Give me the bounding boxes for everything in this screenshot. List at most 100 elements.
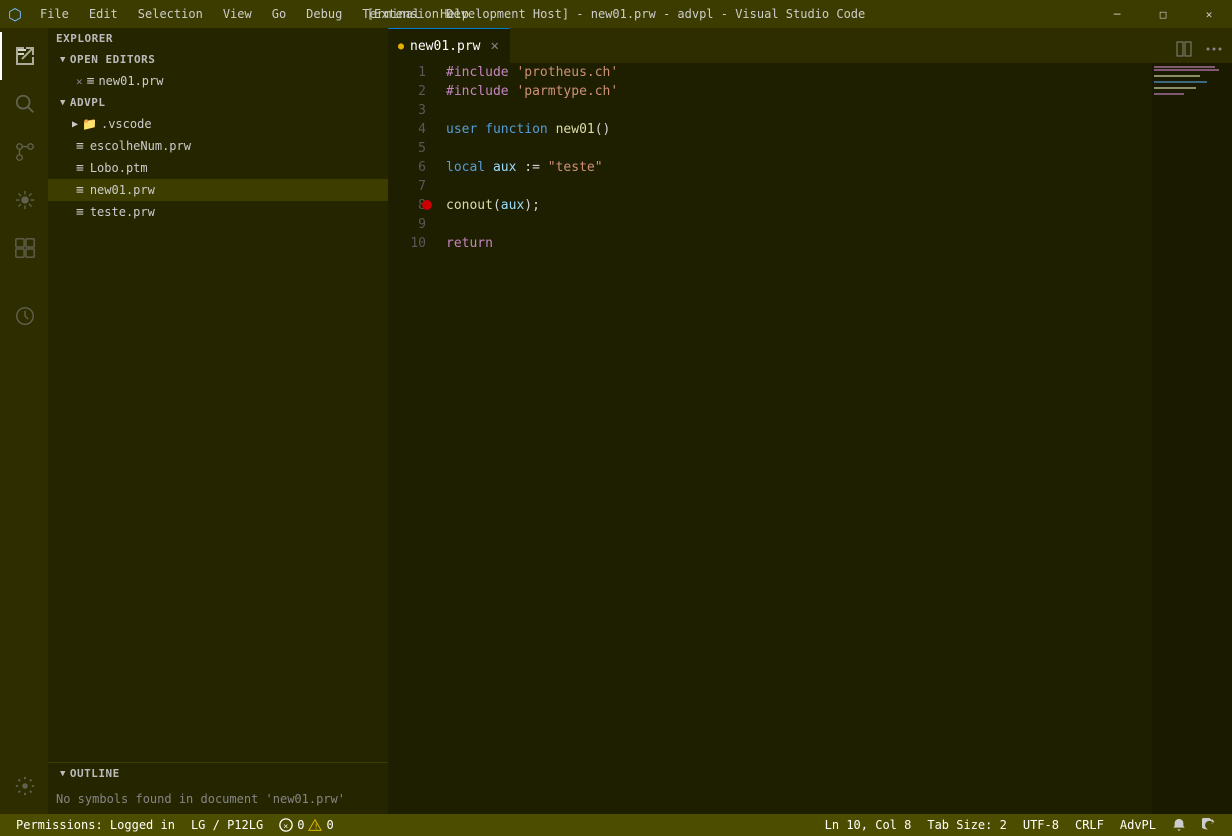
folder-arrow-icon: ▶	[72, 119, 78, 130]
activity-bar	[0, 28, 48, 814]
outline-header[interactable]: ▼ OUTLINE	[48, 763, 388, 784]
status-permissions[interactable]: Permissions: Logged in	[8, 814, 183, 836]
status-errors[interactable]: ✕ 0 ! 0	[271, 814, 341, 836]
tab-new01[interactable]: ● new01.prw ✕	[388, 28, 510, 63]
status-encoding-text: UTF-8	[1023, 818, 1059, 832]
open-editor-filename: new01.prw	[98, 74, 163, 88]
tree-item-escolhenum[interactable]: ≡ escolheNum.prw	[48, 135, 388, 157]
line-number-9: 9	[408, 215, 426, 234]
file-icon-lobo: ≡	[76, 161, 84, 176]
activity-explorer[interactable]	[0, 32, 48, 80]
title-bar: ⬡ File Edit Selection View Go Debug Term…	[0, 0, 1232, 28]
menu-selection[interactable]: Selection	[130, 5, 211, 23]
svg-text:!: !	[314, 822, 319, 831]
token: local	[446, 160, 493, 175]
tree-item-teste[interactable]: ≡ teste.prw	[48, 201, 388, 223]
warning-count: 0	[326, 818, 333, 832]
code-content[interactable]: #include 'protheus.ch'#include 'parmtype…	[438, 63, 1152, 814]
window-title: [Extension Development Host] - new01.prw…	[367, 7, 866, 21]
code-line-4[interactable]: user function new01()	[446, 120, 1144, 139]
tab-filename: new01.prw	[410, 39, 480, 54]
maximize-button[interactable]: □	[1140, 0, 1186, 28]
code-line-2[interactable]: #include 'parmtype.ch'	[446, 82, 1144, 101]
menu-go[interactable]: Go	[264, 5, 294, 23]
tree-item-label: .vscode	[101, 117, 152, 131]
token: new01	[556, 122, 595, 137]
token: (	[493, 198, 501, 213]
status-language-text: AdvPL	[1120, 818, 1156, 832]
minimap-line	[1154, 93, 1184, 95]
close-button[interactable]: ✕	[1186, 0, 1232, 28]
code-line-10[interactable]: return	[446, 234, 1144, 253]
code-line-3[interactable]: ​	[446, 101, 1144, 120]
activity-debug[interactable]	[0, 176, 48, 224]
bell-icon	[1172, 818, 1186, 832]
status-permissions-text: Permissions: Logged in	[16, 818, 175, 832]
minimap-line	[1154, 66, 1215, 68]
outline-section: ▼ OUTLINE No symbols found in document '…	[48, 762, 388, 814]
tree-item-lobo[interactable]: ≡ Lobo.ptm	[48, 157, 388, 179]
breakpoint-indicator	[422, 200, 432, 210]
advpl-header[interactable]: ▼ ADVPL	[48, 92, 388, 113]
menu-debug[interactable]: Debug	[298, 5, 350, 23]
explorer-header[interactable]: EXPLORER	[48, 28, 388, 49]
minimap-line	[1154, 75, 1200, 77]
open-editor-new01[interactable]: ✕ ≡ new01.prw	[48, 70, 388, 92]
activity-settings[interactable]	[0, 762, 48, 810]
activity-advpl[interactable]	[0, 292, 48, 340]
tab-close-button[interactable]: ✕	[490, 38, 498, 54]
minimize-button[interactable]: ─	[1094, 0, 1140, 28]
status-tabsize[interactable]: Tab Size: 2	[919, 814, 1014, 836]
line-number-7: 7	[408, 177, 426, 196]
close-file-icon[interactable]: ✕	[76, 75, 83, 88]
token: aux	[501, 198, 524, 213]
open-editors-header[interactable]: ▼ OPEN EDITORS	[48, 49, 388, 70]
minimap-line	[1154, 69, 1219, 71]
token: aux	[493, 160, 516, 175]
token: conout	[446, 198, 493, 213]
token: ()	[595, 122, 611, 137]
tree-item-label: Lobo.ptm	[90, 161, 148, 175]
status-lineending[interactable]: CRLF	[1067, 814, 1112, 836]
minimap-line	[1154, 87, 1196, 89]
code-editor[interactable]: 12345678910 #include 'protheus.ch'#inclu…	[388, 63, 1232, 814]
line-numbers: 12345678910	[388, 63, 438, 814]
outline-message: No symbols found in document 'new01.prw'	[56, 792, 345, 806]
sidebar: EXPLORER ▼ OPEN EDITORS ✕ ≡ new01.prw ▼ …	[48, 28, 388, 814]
status-lg[interactable]: LG / P12LG	[183, 814, 271, 836]
error-count: 0	[297, 818, 304, 832]
menu-file[interactable]: File	[32, 5, 77, 23]
activity-source-control[interactable]	[0, 128, 48, 176]
file-icon-escolhe: ≡	[76, 139, 84, 154]
tree-item-vscode[interactable]: ▶ 📁 .vscode	[48, 113, 388, 135]
line-number-4: 4	[408, 120, 426, 139]
menu-edit[interactable]: Edit	[81, 5, 126, 23]
status-sync[interactable]	[1194, 814, 1224, 836]
status-encoding[interactable]: UTF-8	[1015, 814, 1067, 836]
minimap-line	[1154, 81, 1207, 83]
tab-actions	[1170, 35, 1232, 63]
status-language[interactable]: AdvPL	[1112, 814, 1164, 836]
menu-view[interactable]: View	[215, 5, 260, 23]
activity-extensions[interactable]	[0, 224, 48, 272]
code-line-1[interactable]: #include 'protheus.ch'	[446, 63, 1144, 82]
editor-area: ● new01.prw ✕ 12345678910 #include 'prot…	[388, 28, 1232, 814]
file-icon-teste: ≡	[76, 205, 84, 220]
window-controls: ─ □ ✕	[1094, 0, 1232, 28]
code-line-8[interactable]: conout(aux);	[446, 196, 1144, 215]
token: 'protheus.ch'	[516, 65, 618, 80]
code-line-6[interactable]: local aux := "teste"	[446, 158, 1144, 177]
token: "teste"	[548, 160, 603, 175]
code-line-7[interactable]: ​	[446, 177, 1144, 196]
code-line-5[interactable]: ​	[446, 139, 1144, 158]
more-actions-button[interactable]	[1200, 35, 1228, 63]
status-bell[interactable]	[1164, 814, 1194, 836]
activity-search[interactable]	[0, 80, 48, 128]
minimap-lines	[1152, 63, 1232, 98]
code-line-9[interactable]: ​	[446, 215, 1144, 234]
status-tabsize-text: Tab Size: 2	[927, 818, 1006, 832]
split-editor-button[interactable]	[1170, 35, 1198, 63]
tree-item-new01[interactable]: ≡ new01.prw	[48, 179, 388, 201]
status-position[interactable]: Ln 10, Col 8	[817, 814, 920, 836]
line-number-3: 3	[408, 101, 426, 120]
